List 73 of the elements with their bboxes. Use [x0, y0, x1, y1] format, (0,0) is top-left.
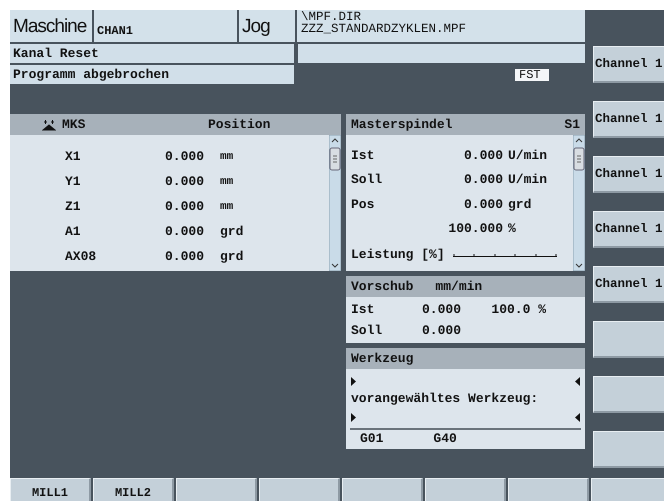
spindle-value: 0.000 — [462, 148, 503, 163]
softkey[interactable] — [591, 478, 664, 501]
program-path-line: \MPF.DIR — [301, 11, 362, 23]
program-state: Programm abgebrochen — [10, 65, 294, 84]
softkey[interactable] — [342, 478, 423, 501]
spindle-value: 100.000 — [447, 221, 503, 236]
axis-position: 0.000 — [165, 224, 206, 239]
axis-position: 0.000 — [165, 249, 206, 264]
spindle-unit: % — [507, 221, 517, 236]
axis-name: X1 — [65, 149, 82, 164]
softkey[interactable] — [259, 478, 340, 501]
column-header: Position — [208, 117, 270, 132]
axis-name: AX08 — [65, 249, 98, 264]
power-label: Leistung [%] — [351, 246, 445, 262]
softkey[interactable] — [425, 478, 506, 501]
spindle-label: Soll — [351, 172, 384, 188]
softkey[interactable]: Channel 1 — [593, 266, 664, 303]
feed-value: 0.000 — [420, 323, 461, 338]
spindle-value: 0.000 — [462, 172, 503, 188]
axis-unit: grd — [220, 224, 244, 239]
right-triangle-icon — [351, 376, 356, 386]
softkey[interactable]: Channel 1 — [593, 156, 664, 193]
spindle-unit: U/min — [507, 148, 548, 163]
spindle-id: S1 — [564, 117, 580, 132]
spindle-value: 0.000 — [462, 196, 503, 212]
channel-state: Kanal Reset — [10, 44, 294, 63]
axis-name: A1 — [65, 224, 82, 239]
status-badge: FST — [515, 68, 549, 80]
channel-label: CHAN1 — [97, 24, 134, 38]
feed-value: 0.000 — [420, 302, 461, 317]
axis-unit: mm — [220, 200, 234, 212]
axis-position: 0.000 — [165, 149, 206, 164]
spindle-label: Pos — [351, 196, 376, 212]
axis-unit: grd — [220, 249, 244, 264]
column-header: MKS — [62, 117, 86, 132]
feed-label: Ist — [351, 302, 376, 317]
scrollbar[interactable] — [329, 135, 341, 271]
axis-unit: mm — [220, 150, 234, 162]
feed-unit: mm/min — [435, 279, 482, 294]
spindle-label: Ist — [351, 148, 376, 163]
softkey[interactable] — [593, 431, 664, 468]
spindle-unit: U/min — [507, 172, 548, 188]
program-path-line: ZZZ_STANDARDZYKLEN.MPF — [301, 23, 468, 35]
softkey[interactable]: MILL2 — [93, 478, 174, 501]
area-label: Maschine — [13, 16, 86, 38]
spindle-unit: grd — [507, 196, 532, 212]
left-triangle-icon — [575, 376, 580, 386]
softkey[interactable] — [176, 478, 257, 501]
axis-position: 0.000 — [165, 199, 206, 214]
axis-unit: mm — [220, 176, 234, 188]
softkey[interactable]: Channel 1 — [593, 46, 664, 83]
right-triangle-icon — [351, 412, 356, 422]
g-code: G40 — [433, 432, 457, 446]
scrollbar[interactable] — [573, 135, 585, 271]
axis-name: Z1 — [65, 199, 82, 214]
preselected-tool-label: vorangewähltes Werkzeug: — [350, 391, 538, 406]
axes-icon — [42, 118, 56, 130]
softkey[interactable] — [593, 376, 664, 413]
feed-override: 100.0 % — [490, 302, 546, 317]
softkey[interactable]: MILL1 — [10, 478, 91, 501]
softkey[interactable] — [508, 478, 589, 501]
feed-title: Vorschub — [351, 279, 414, 294]
softkey[interactable]: Channel 1 — [593, 101, 664, 138]
softkey[interactable] — [593, 321, 664, 358]
axis-name: Y1 — [65, 174, 82, 189]
g-code: G01 — [360, 432, 384, 446]
axis-position: 0.000 — [165, 174, 206, 189]
spindle-title: Masterspindel — [351, 117, 452, 132]
tool-title: Werkzeug — [351, 351, 414, 366]
feed-label: Soll — [351, 323, 384, 338]
mode-label: Jog — [242, 16, 270, 38]
left-triangle-icon — [575, 412, 580, 422]
softkey[interactable]: Channel 1 — [593, 211, 664, 248]
